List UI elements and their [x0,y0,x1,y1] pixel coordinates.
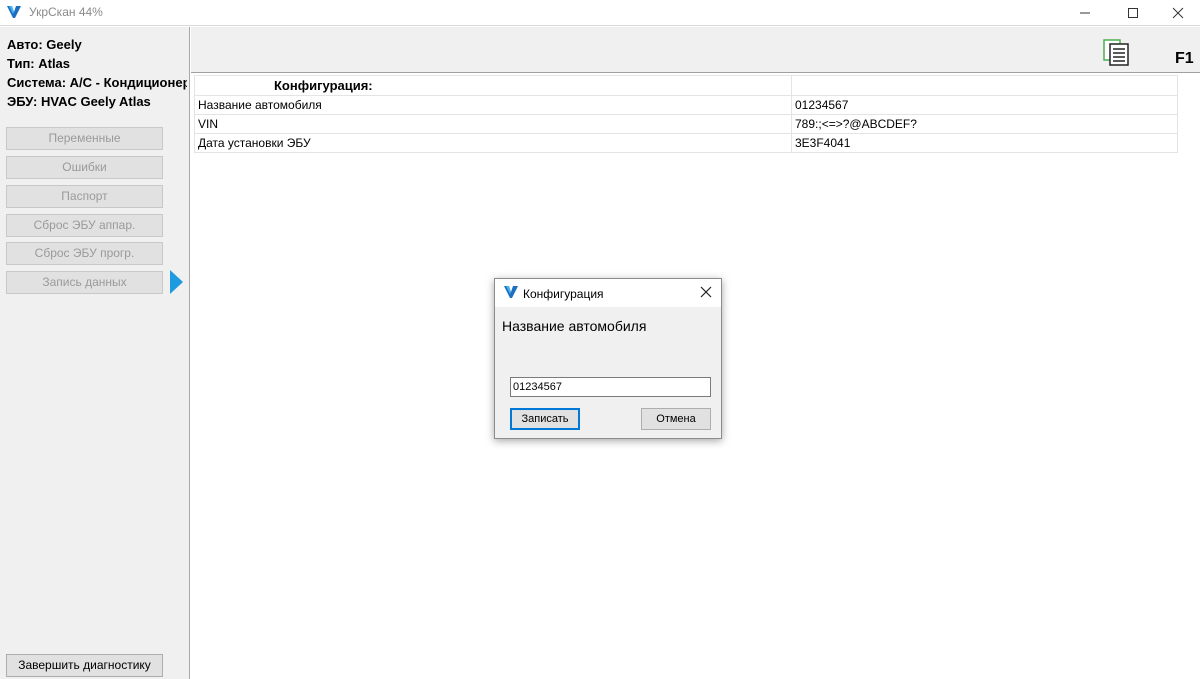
param-value: 01234567 [791,95,1178,115]
soft-reset-button[interactable]: Сброс ЭБУ прогр. [6,242,163,265]
hard-reset-button[interactable]: Сброс ЭБУ аппар. [6,214,163,237]
param-name: Дата установки ЭБУ [194,133,792,153]
table-header-empty [791,75,1178,96]
system-info: Система: A/C - Кондиционер [7,75,187,90]
config-table: Конфигурация: Название автомобиля 012345… [194,75,1178,153]
vehicle-info: Авто: Geely [7,37,82,52]
param-name: VIN [194,114,792,134]
close-button[interactable] [1155,0,1200,26]
finish-diagnostics-button[interactable]: Завершить диагностику [6,654,163,677]
dialog-title-bar: Конфигурация [495,279,721,307]
param-value: 3E3F4041 [791,133,1178,153]
minimize-button[interactable] [1062,0,1108,26]
ecu-info: ЭБУ: HVAC Geely Atlas [7,94,151,109]
car-name-input[interactable] [510,377,711,397]
table-header-row: Конфигурация: [194,75,1178,96]
table-row[interactable]: Название автомобиля 01234567 [194,95,1178,115]
cancel-button[interactable]: Отмена [641,408,711,430]
variables-button[interactable]: Переменные [6,127,163,150]
app-logo-icon [7,6,21,18]
window-title: УкрСкан 44% [29,5,103,19]
table-row[interactable]: VIN 789:;<=>?@ABCDEF? [194,114,1178,134]
passport-button[interactable]: Паспорт [6,185,163,208]
minimize-icon [1080,12,1090,14]
errors-button[interactable]: Ошибки [6,156,163,179]
param-name: Название автомобиля [194,95,792,115]
title-bar: УкрСкан 44% [0,0,1200,26]
table-row[interactable]: Дата установки ЭБУ 3E3F4041 [194,133,1178,153]
active-item-arrow-icon [170,270,183,294]
type-info: Тип: Atlas [7,56,71,71]
write-data-button[interactable]: Запись данных [6,271,163,294]
report-document-icon[interactable] [1103,38,1131,66]
param-value: 789:;<=>?@ABCDEF? [791,114,1178,134]
dialog-title: Конфигурация [523,287,604,301]
close-icon [1172,7,1184,19]
app-window: УкрСкан 44% Авто: Geely Тип: Atlas Систе… [0,0,1200,679]
dialog-prompt: Название автомобиля [502,318,647,334]
close-icon[interactable] [699,285,713,299]
left-panel: Авто: Geely Тип: Atlas Система: A/C - Ко… [0,27,190,679]
app-logo-icon [504,286,518,298]
maximize-icon [1128,8,1138,18]
maximize-button[interactable] [1110,0,1156,26]
help-f1-label[interactable]: F1 [1175,50,1194,68]
toolbar: F1 [191,27,1200,73]
config-dialog: Конфигурация Название автомобиля Записат… [494,278,722,439]
table-header: Конфигурация: [194,75,792,96]
save-button[interactable]: Записать [510,408,580,430]
